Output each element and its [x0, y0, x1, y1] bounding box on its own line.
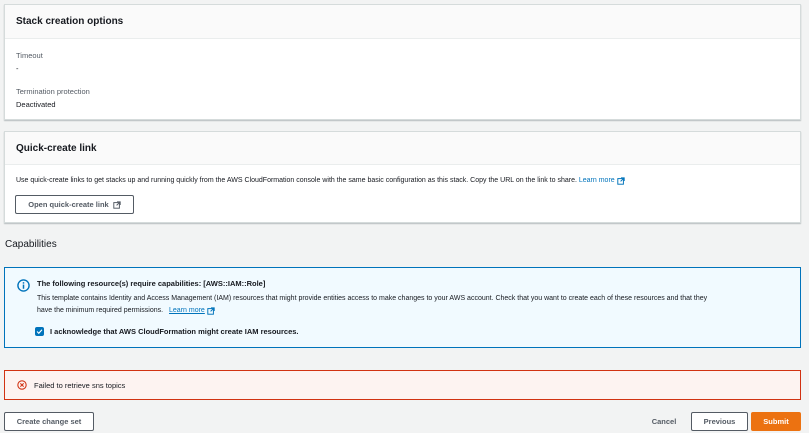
create-change-set-label: Create change set: [16, 417, 82, 426]
previous-label: Previous: [703, 417, 736, 426]
capabilities-heading: Capabilities: [5, 239, 57, 250]
quick-create-description-text: Use quick-create links to get stacks up …: [16, 177, 577, 184]
external-link-icon: [113, 200, 121, 209]
error-alert: Failed to retrieve sns topics: [4, 370, 801, 400]
capabilities-info-body: This template contains Identity and Acce…: [37, 293, 797, 317]
quick-create-description: Use quick-create links to get stacks up …: [16, 175, 625, 187]
capabilities-info-body-line2: have the minimum required permissions.: [37, 307, 164, 314]
cancel-label: Cancel: [651, 417, 677, 426]
info-icon: [17, 279, 30, 292]
termination-protection-value: Deactivated: [16, 100, 56, 109]
termination-protection-label: Termination protection: [16, 87, 90, 96]
capabilities-learn-more-link[interactable]: Learn more: [169, 305, 215, 317]
quick-create-learn-more-link[interactable]: Learn more: [579, 175, 625, 187]
cancel-button[interactable]: Cancel: [644, 412, 684, 431]
open-quick-create-link-button[interactable]: Open quick-create link: [15, 195, 134, 214]
open-quick-create-link-label: Open quick-create link: [28, 200, 109, 209]
external-link-icon: [616, 177, 625, 185]
quick-create-learn-more-label: Learn more: [578, 177, 615, 184]
external-link-icon: [207, 307, 215, 315]
checkmark-icon: [36, 329, 43, 335]
capabilities-info-body-line2-row: have the minimum required permissions. L…: [37, 305, 797, 317]
timeout-value: -: [16, 64, 19, 73]
stack-creation-options-title: Stack creation options: [16, 16, 124, 27]
create-change-set-button[interactable]: Create change set: [4, 412, 94, 431]
timeout-label: Timeout: [16, 51, 43, 60]
error-icon: [17, 380, 27, 390]
error-message: Failed to retrieve sns topics: [34, 380, 126, 390]
stack-creation-options-header: Stack creation options: [5, 5, 800, 39]
quick-create-link-title: Quick-create link: [16, 142, 97, 154]
capabilities-learn-more-label: Learn more: [169, 307, 205, 314]
quick-create-link-header: Quick-create link: [5, 132, 800, 165]
submit-button[interactable]: Submit: [751, 412, 801, 431]
acknowledge-iam-checkbox[interactable]: [35, 327, 44, 336]
previous-button[interactable]: Previous: [691, 412, 748, 431]
acknowledge-iam-label[interactable]: I acknowledge that AWS CloudFormation mi…: [50, 327, 299, 336]
stack-creation-options-card: Stack creation options Timeout - Termina…: [4, 4, 801, 120]
capabilities-info-body-line1: This template contains Identity and Acce…: [37, 295, 708, 302]
submit-label: Submit: [763, 417, 789, 426]
capabilities-info-title: The following resource(s) require capabi…: [37, 279, 266, 288]
